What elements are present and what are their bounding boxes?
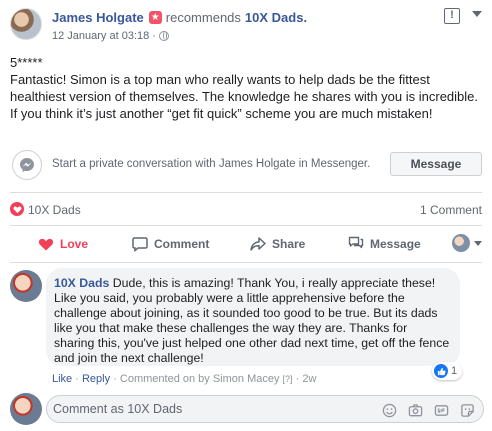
sticker-icon[interactable]: [459, 402, 475, 418]
chevron-down-icon[interactable]: [472, 11, 482, 19]
post-byline: James Holgate ★ recommends 10X Dads.: [52, 10, 307, 25]
comment-like-count[interactable]: 1: [432, 362, 463, 380]
divider: [10, 192, 482, 193]
composer-avatar: [10, 393, 42, 425]
thumbs-up-icon: [434, 364, 448, 378]
comment-input[interactable]: [53, 398, 353, 420]
post-as-selector[interactable]: [452, 234, 482, 252]
comment-icon: [132, 237, 148, 252]
commented-by-text: · Commented on by Simon Macey: [113, 373, 280, 385]
comment-like-link[interactable]: Like: [52, 373, 72, 385]
post-timestamp[interactable]: 12 January at 03:18: [52, 30, 149, 42]
post-stats: 10X Dads 1 Comment: [10, 200, 482, 218]
emoji-icon[interactable]: [381, 402, 397, 418]
commenter-avatar[interactable]: [10, 270, 42, 302]
comment-label: Comment: [154, 237, 210, 251]
comment-composer: [46, 395, 484, 423]
post-header: James Holgate ★ recommends 10X Dads. 12 …: [10, 6, 482, 46]
commenter-name[interactable]: 10X Dads: [54, 276, 109, 290]
comment-meta: Like · Reply · Commented on by Simon Mac…: [52, 373, 316, 385]
share-button[interactable]: Share: [250, 232, 305, 256]
comment-age[interactable]: · 2w: [296, 373, 317, 385]
messenger-prompt: Start a private conversation with James …: [10, 148, 482, 182]
recommends-text: recommends: [165, 10, 241, 25]
comment-text: Dude, this is amazing! Thank You, i real…: [54, 276, 450, 365]
messenger-icon: [12, 150, 42, 180]
comment-button[interactable]: Comment: [132, 232, 209, 256]
gif-icon[interactable]: [433, 402, 449, 418]
report-icon[interactable]: !: [444, 8, 460, 24]
composer-tools: [381, 402, 475, 418]
meta-dot: ·: [75, 373, 79, 385]
meta-separator: ·: [152, 30, 156, 42]
star-icon: ★: [148, 11, 162, 24]
review-body: 5***** Fantastic! Simon is a top man who…: [10, 54, 480, 122]
review-rating: 5*****: [10, 55, 43, 70]
share-icon: [250, 237, 266, 251]
messenger-prompt-text: Start a private conversation with James …: [52, 158, 371, 170]
avatar: [452, 234, 470, 252]
comment-reply-link[interactable]: Reply: [82, 373, 110, 385]
heart-icon[interactable]: [10, 202, 24, 216]
action-bar: Love Comment Share Message: [10, 232, 482, 256]
author-avatar[interactable]: [10, 8, 42, 40]
reactor-name[interactable]: 10X Dads: [28, 203, 81, 217]
divider: [10, 225, 482, 226]
comment-bubble: 10X Dads Dude, this is amazing! Thank Yo…: [46, 268, 460, 366]
message-icon: [348, 236, 364, 249]
help-marker[interactable]: [?]: [283, 374, 293, 384]
chevron-down-icon: [474, 240, 482, 246]
divider: [10, 262, 482, 263]
comment-count[interactable]: 1 Comment: [420, 203, 482, 217]
message-action-button[interactable]: Message: [348, 232, 421, 256]
heart-icon: [38, 238, 54, 251]
review-text: Fantastic! Simon is a top man who really…: [10, 72, 479, 121]
page-link[interactable]: 10X Dads.: [245, 10, 307, 25]
globe-icon[interactable]: [158, 31, 169, 41]
post-meta: 12 January at 03:18 ·: [52, 30, 169, 42]
author-name[interactable]: James Holgate: [52, 10, 144, 25]
like-count: 1: [451, 365, 458, 377]
love-label: Love: [60, 237, 89, 251]
message-action-label: Message: [370, 237, 421, 251]
camera-icon[interactable]: [407, 402, 423, 418]
share-label: Share: [272, 237, 306, 251]
message-button[interactable]: Message: [390, 152, 482, 176]
love-button[interactable]: Love: [38, 232, 88, 256]
